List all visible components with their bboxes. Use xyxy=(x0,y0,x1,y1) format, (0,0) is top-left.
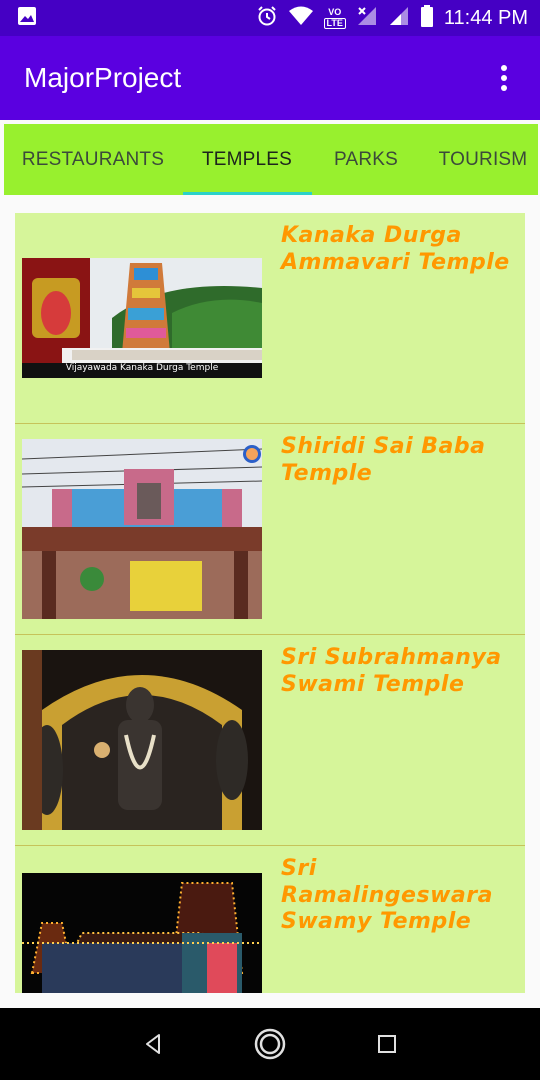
volte-top-label: VO xyxy=(328,6,342,17)
temple-image xyxy=(22,650,262,830)
back-icon[interactable] xyxy=(133,1024,173,1064)
status-time: 11:44 PM xyxy=(443,6,528,29)
tab-parks[interactable]: PARKS xyxy=(312,124,420,195)
temple-title: Sri Ramalingeswara Swamy Temple xyxy=(281,856,493,934)
signal-icon xyxy=(388,5,410,31)
list-item[interactable]: Sri Subrahmanya Swami Temple xyxy=(15,635,525,846)
image-caption: Vijayawada Kanaka Durga Temple xyxy=(65,363,219,373)
volte-bottom-label: LTE xyxy=(323,17,346,29)
signal-icon xyxy=(356,5,378,31)
navigation-bar xyxy=(0,1008,540,1080)
tab-bar: RESTAURANTS TEMPLES PARKS TOURISM xyxy=(4,124,538,195)
app-title: MajorProject xyxy=(24,62,182,93)
battery-icon xyxy=(420,4,434,32)
tab-temples[interactable]: TEMPLES xyxy=(182,124,312,195)
temple-image xyxy=(22,439,262,619)
list-item[interactable]: Sri Ramalingeswara Swamy Temple xyxy=(15,846,525,993)
wifi-icon xyxy=(288,5,314,31)
alarm-icon xyxy=(256,5,278,31)
temple-list[interactable]: Vijayawada Kanaka Durga Temple Kanaka Du… xyxy=(15,213,525,993)
temple-title: Kanaka Durga Ammavari Temple xyxy=(281,223,510,275)
list-item[interactable]: Vijayawada Kanaka Durga Temple Kanaka Du… xyxy=(15,213,525,424)
tab-indicator xyxy=(183,192,312,195)
temple-image xyxy=(22,873,262,993)
image-icon xyxy=(16,5,38,31)
tab-restaurants[interactable]: RESTAURANTS xyxy=(4,124,182,195)
volte-icon: VO LTE xyxy=(323,6,346,29)
home-icon[interactable] xyxy=(250,1024,290,1064)
temple-title: Shiridi Sai Baba Temple xyxy=(281,434,486,486)
app-bar: MajorProject xyxy=(0,36,540,120)
list-item[interactable]: Shiridi Sai Baba Temple xyxy=(15,424,525,635)
status-bar: VO LTE 11:44 PM xyxy=(0,0,540,36)
tab-tourism[interactable]: TOURISM xyxy=(420,124,538,195)
more-vert-icon[interactable] xyxy=(492,62,516,94)
recents-icon[interactable] xyxy=(367,1024,407,1064)
temple-title: Sri Subrahmanya Swami Temple xyxy=(281,645,502,697)
temple-image: Vijayawada Kanaka Durga Temple xyxy=(22,258,262,438)
